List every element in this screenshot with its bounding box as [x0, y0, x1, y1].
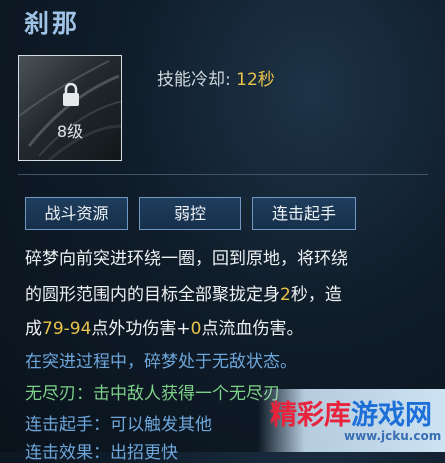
- desc-text: 秒，造: [290, 285, 342, 305]
- divider: [18, 174, 428, 175]
- desc-text: 点外功伤害+: [91, 319, 191, 339]
- unlock-level: 8级: [56, 122, 84, 141]
- swirl-art-icon: [19, 60, 121, 160]
- stun-duration: 2: [280, 285, 291, 305]
- invincible-note: 在突进过程中，碎梦处于无敌状态。: [25, 352, 297, 372]
- lock-icon: [63, 83, 79, 106]
- description-line-2: 的圆形范围内的目标全部聚拢定身2秒，造: [25, 280, 342, 305]
- skill-icon-locked[interactable]: 8级: [18, 55, 122, 161]
- tag-combo-starter[interactable]: 连击起手: [252, 197, 356, 230]
- desc-text: 点流血伤害。: [201, 319, 304, 339]
- site-watermark: 精彩库游戏网 www.jcku.com: [258, 389, 445, 452]
- description-line-1: 碎梦向前突进环绕一圈，回到原地，将环绕: [25, 249, 348, 269]
- watermark-text-red: 精彩库: [270, 400, 351, 431]
- tag-weak-control[interactable]: 弱控: [139, 197, 241, 230]
- bleed-damage: 0: [190, 319, 202, 339]
- combo-effect-note: 连击效果：出招更快: [25, 443, 178, 463]
- desc-text: 成: [25, 319, 42, 339]
- cooldown-row: 技能冷却: 12秒: [157, 65, 275, 90]
- tag-combat-resource[interactable]: 战斗资源: [25, 197, 128, 230]
- cooldown-value: 12秒: [236, 70, 275, 90]
- skill-title: 刹那: [24, 9, 81, 38]
- watermark-text-blue: 游戏网: [351, 400, 432, 431]
- desc-text: 的圆形范围内的目标全部聚拢定身: [25, 285, 280, 305]
- endless-blade-note: 无尽刃：击中敌人获得一个无尽刃: [25, 384, 280, 404]
- description-line-3: 成79-94点外功伤害+0点流血伤害。: [25, 314, 303, 339]
- combo-start-note: 连击起手：可以触发其他: [25, 415, 212, 435]
- watermark-url: www.jcku.com: [344, 429, 442, 443]
- cooldown-label: 技能冷却:: [157, 70, 231, 90]
- damage-range: 79-94: [42, 319, 92, 339]
- watermark-logo: 精彩库游戏网: [270, 393, 432, 432]
